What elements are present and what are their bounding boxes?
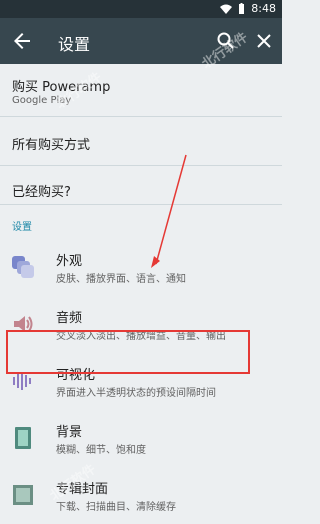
settings-list: 购买 Poweramp Google Play 所有购买方式 已经购买? 设置 … bbox=[0, 64, 282, 513]
wifi-icon bbox=[220, 4, 233, 14]
battery-icon bbox=[239, 2, 245, 14]
page-title: 设置 bbox=[58, 35, 91, 54]
annotation-arrow bbox=[151, 154, 187, 268]
back-arrow-icon[interactable] bbox=[10, 29, 34, 53]
status-bar: 8:48 bbox=[0, 0, 282, 18]
setting-desc: 下载、扫描曲目、清除缓存 bbox=[56, 502, 176, 513]
close-icon[interactable] bbox=[252, 29, 276, 53]
status-time: 8:48 bbox=[251, 2, 276, 15]
status-icons: 8:48 bbox=[220, 2, 276, 15]
